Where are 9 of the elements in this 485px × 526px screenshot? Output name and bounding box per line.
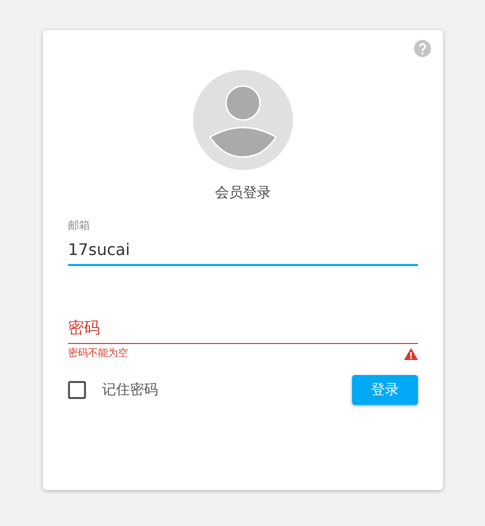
warning-icon xyxy=(404,348,418,360)
remember-label: 记住密码 xyxy=(102,380,158,400)
input-field[interactable]: 密码 xyxy=(68,312,418,344)
remember-checkbox[interactable] xyxy=(68,381,86,399)
login-title: 会员登录 xyxy=(215,184,271,203)
field-label: 邮箱 xyxy=(68,218,91,234)
avatar-icon xyxy=(193,70,293,170)
error-message: 密码不能为空 xyxy=(68,346,128,361)
input-field[interactable]: 17sucai xyxy=(68,234,418,266)
